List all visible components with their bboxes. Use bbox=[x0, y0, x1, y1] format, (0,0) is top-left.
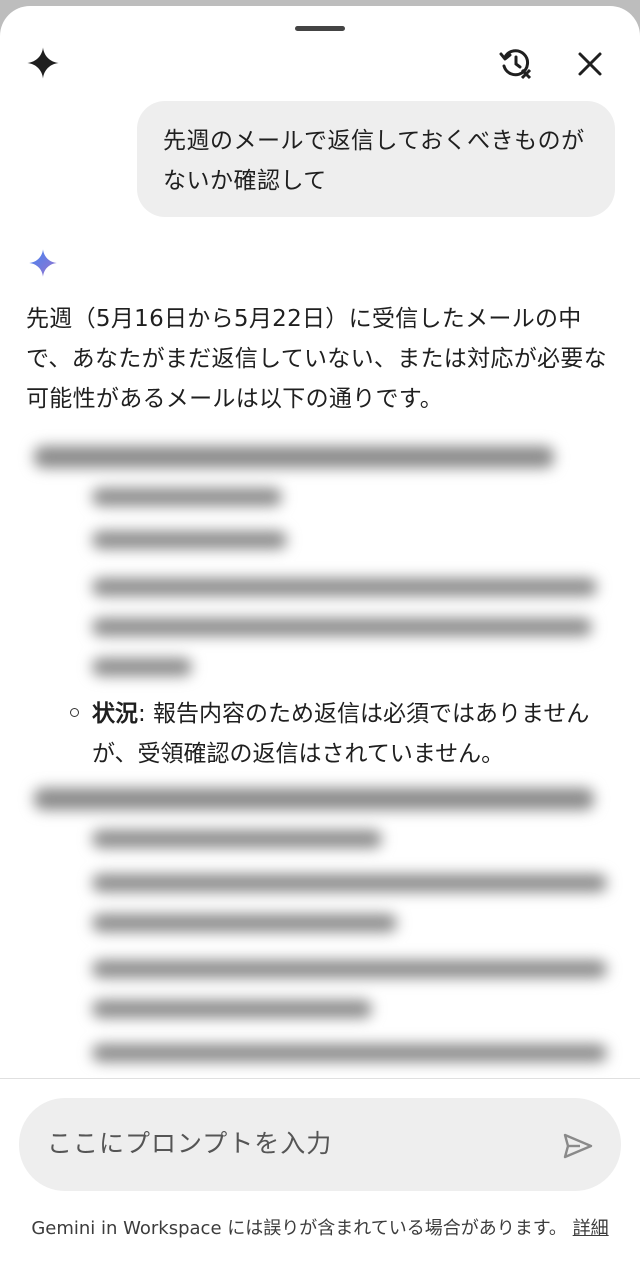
gemini-side-panel: 先週のメールで返信しておくべきものがないか確認して 先週（5月16日から5月22… bbox=[0, 6, 640, 1280]
disclaimer: Gemini in Workspace には誤りが含まれている場合があります。 … bbox=[18, 1212, 622, 1246]
status-label: 状況 bbox=[92, 701, 138, 727]
redacted-email-item bbox=[0, 6, 640, 686]
prompt-placeholder: ここにプロンプトを入力 bbox=[47, 1129, 333, 1158]
details-link[interactable]: 詳細 bbox=[573, 1218, 609, 1239]
composer-divider bbox=[0, 1078, 640, 1079]
hollow-bullet-icon bbox=[70, 708, 79, 717]
prompt-input[interactable]: ここにプロンプトを入力 bbox=[19, 1098, 621, 1191]
redacted-email-item bbox=[0, 766, 640, 1078]
status-text: : 報告内容のため返信は必須ではありませんが、受領確認の返信はされていません。 bbox=[92, 701, 590, 767]
send-icon bbox=[563, 1133, 593, 1159]
disclaimer-text: Gemini in Workspace には誤りが含まれている場合があります。 bbox=[31, 1218, 567, 1239]
send-button[interactable] bbox=[560, 1128, 596, 1164]
